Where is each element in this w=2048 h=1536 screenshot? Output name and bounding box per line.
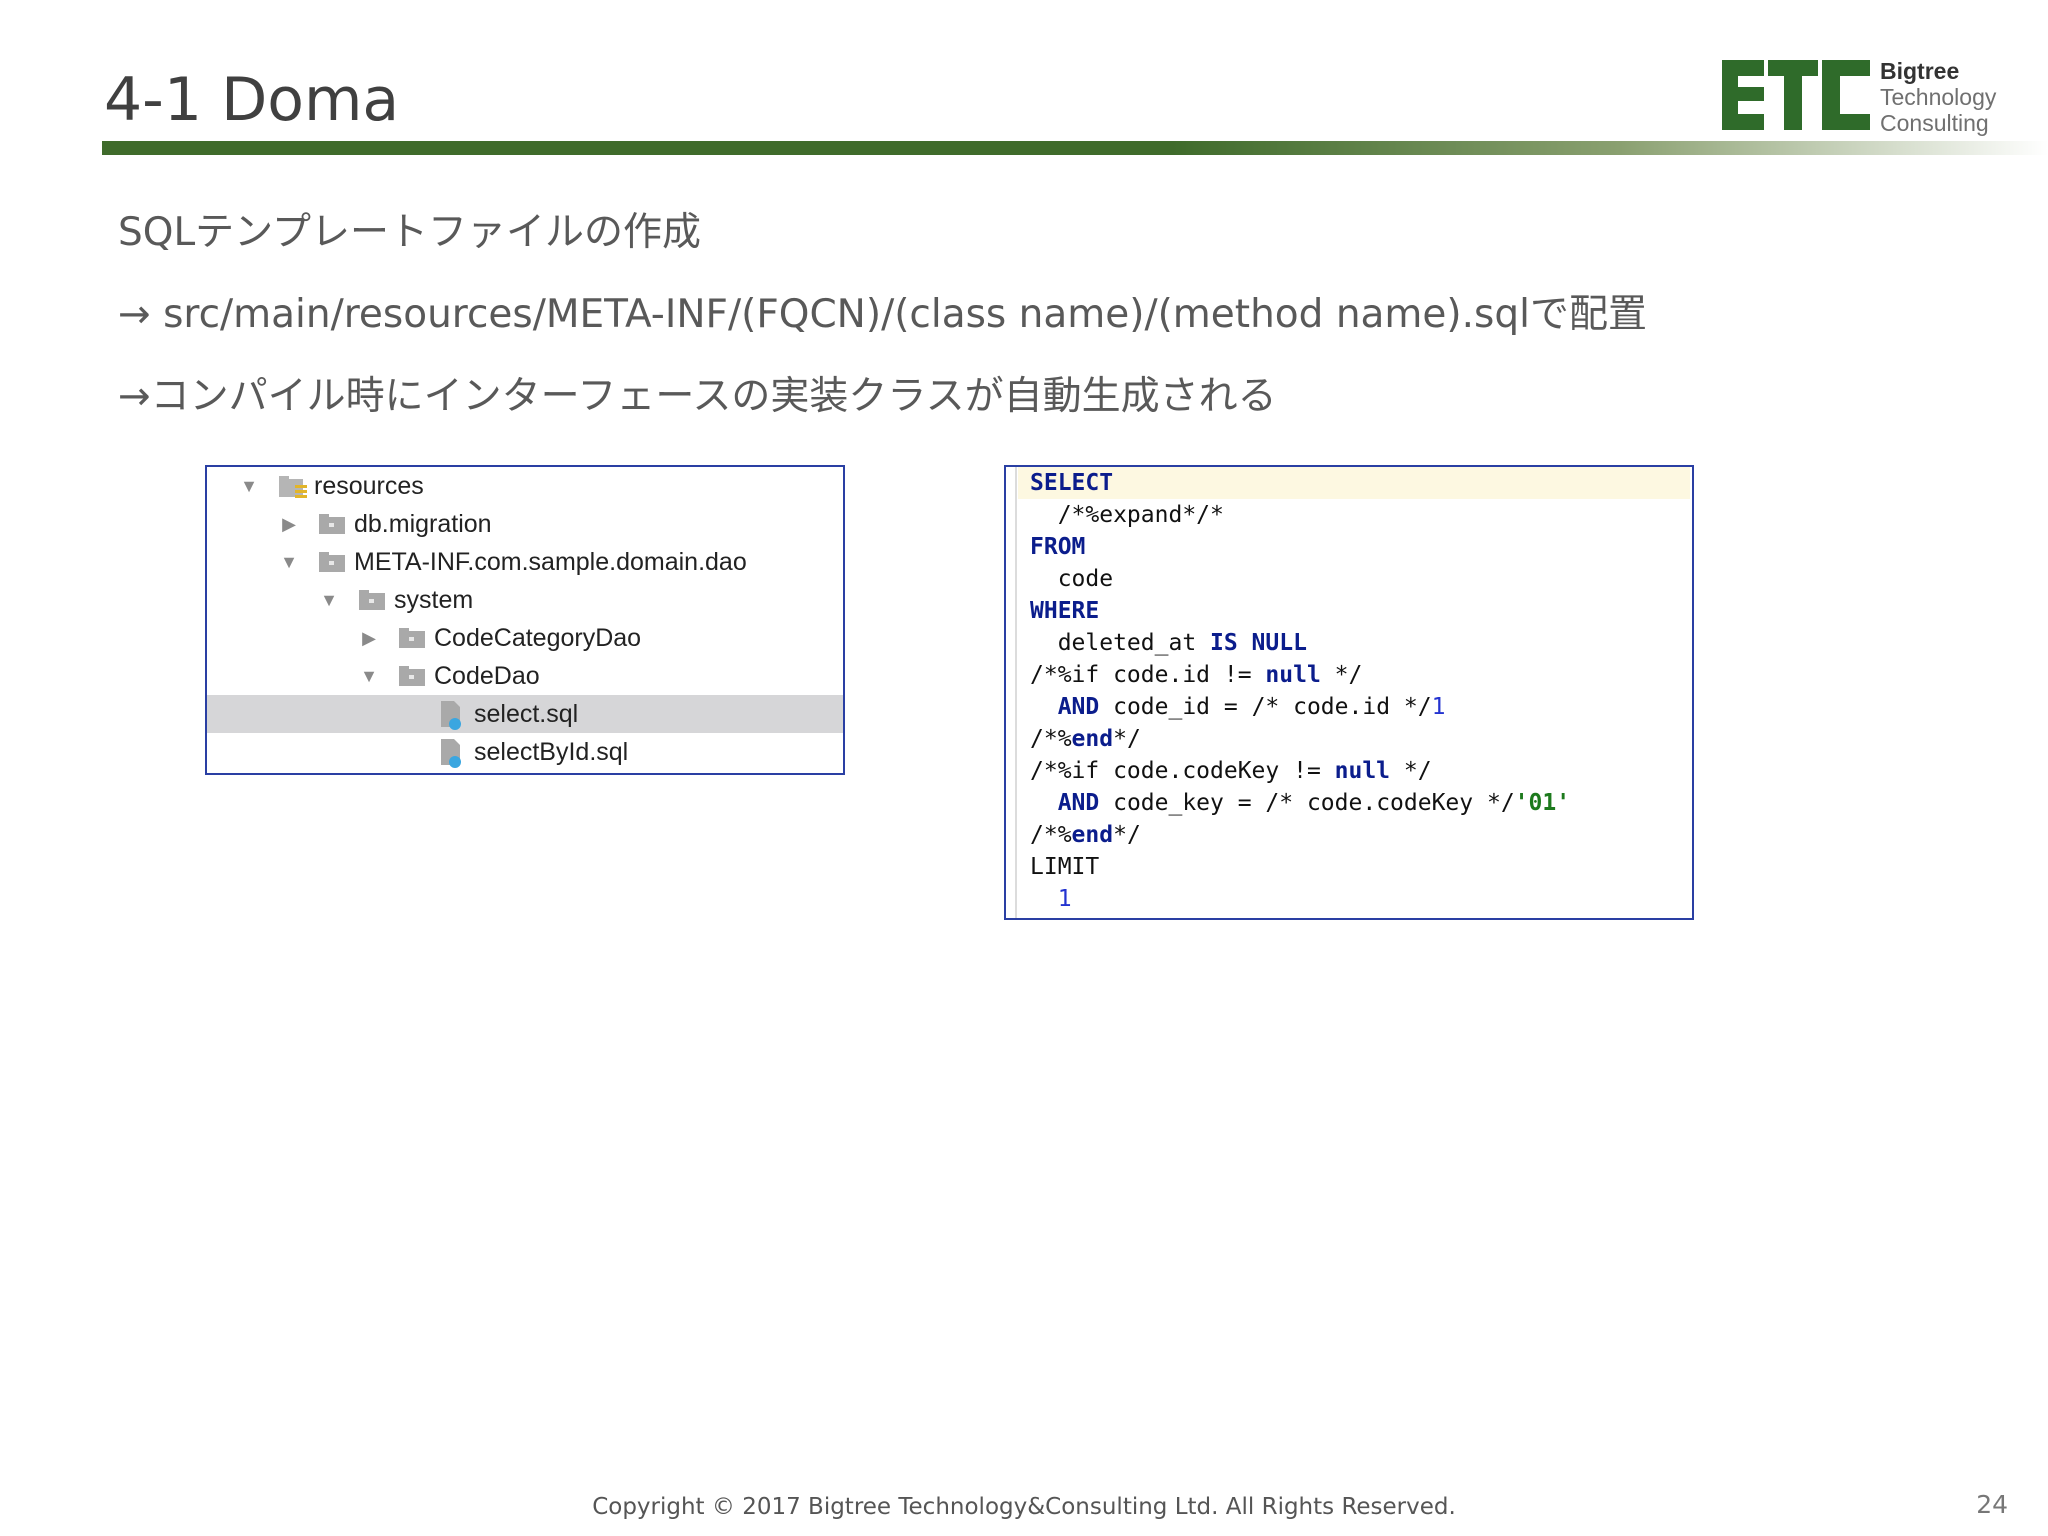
code-line-3: FROM <box>1030 534 1086 560</box>
code-line-4: code <box>1030 566 1114 592</box>
code-line-11: AND code_key = /* code.codeKey */'01' <box>1030 790 1571 816</box>
code-line-7: /*%if code.id != null */ <box>1030 662 1363 688</box>
page-number: 24 <box>1976 1490 2008 1519</box>
tree-row-db-migration[interactable]: ▶ db.migration <box>207 505 843 543</box>
code-line-1: SELECT <box>1018 467 1690 499</box>
tree-row-select-sql[interactable]: select.sql <box>207 695 843 733</box>
tree-row-selectbyid-sql[interactable]: selectById.sql <box>207 733 843 771</box>
code-line-6: deleted_at IS NULL <box>1030 630 1307 656</box>
body-line-1: SQLテンプレートファイルの作成 <box>118 210 702 255</box>
tree-label: META-INF.com.sample.domain.dao <box>354 548 747 576</box>
code-line-10: /*%if code.codeKey != null */ <box>1030 758 1432 784</box>
copyright-footer: Copyright © 2017 Bigtree Technology&Cons… <box>592 1494 1456 1520</box>
expand-arrow-icon[interactable]: ▼ <box>239 467 259 505</box>
company-logo: Bigtree Technology Consulting <box>1722 58 2032 136</box>
tree-label: select.sql <box>474 700 579 728</box>
resources-folder-icon <box>279 476 307 498</box>
tree-row-resources[interactable]: ▼ resources <box>207 467 843 505</box>
folder-icon <box>319 552 345 572</box>
logo-line-3: Consulting <box>1880 110 1989 136</box>
sql-file-icon <box>441 739 461 768</box>
code-line-2: /*%expand*/* <box>1030 502 1224 528</box>
body-line-3: →コンパイル時にインターフェースの実装クラスが自動生成される <box>118 374 1277 419</box>
folder-icon <box>399 666 425 686</box>
logo-line-1: Bigtree <box>1880 58 1960 84</box>
folder-icon <box>399 628 425 648</box>
tree-label: CodeCategoryDao <box>434 624 642 652</box>
code-line-12: /*%end*/ <box>1030 822 1141 848</box>
tree-label: resources <box>314 472 424 500</box>
title-rule <box>102 141 2048 155</box>
folder-icon <box>319 514 345 534</box>
logo-line-2: Technology <box>1880 84 1997 110</box>
slide-title: 4-1 Doma <box>104 65 400 135</box>
btc-logo-mark <box>1722 60 1870 130</box>
tree-label: db.migration <box>354 510 492 538</box>
code-line-14: 1 <box>1057 886 1072 912</box>
tree-label: selectById.sql <box>474 738 629 766</box>
sql-code-panel: SELECT /*%expand*/* FROM code WHERE dele… <box>1004 465 1694 920</box>
code-line-8: AND code_id = /* code.id */1 <box>1030 694 1446 720</box>
tree-label: CodeDao <box>434 662 540 690</box>
tree-row-meta-inf[interactable]: ▼ META-INF.com.sample.domain.dao <box>207 543 843 581</box>
tree-label: system <box>394 586 474 614</box>
expand-arrow-icon[interactable]: ▼ <box>359 657 379 695</box>
sql-file-icon <box>441 701 461 730</box>
tree-row-codedao[interactable]: ▼ CodeDao <box>207 657 843 695</box>
folder-icon <box>359 590 385 610</box>
tree-row-codecategorydao[interactable]: ▶ CodeCategoryDao <box>207 619 843 657</box>
expand-arrow-icon[interactable]: ▼ <box>319 581 339 619</box>
body-line-2: → src/main/resources/META-INF/(FQCN)/(cl… <box>118 292 1647 337</box>
project-tree-panel: ▼ resources ▶ db.migration ▼ META-INF.co… <box>205 465 845 775</box>
collapse-arrow-icon[interactable]: ▶ <box>359 619 379 657</box>
code-line-9: /*%end*/ <box>1030 726 1141 752</box>
collapse-arrow-icon[interactable]: ▶ <box>279 505 299 543</box>
code-gutter <box>1015 467 1017 918</box>
code-line-5: WHERE <box>1030 598 1100 624</box>
code-line-13: LIMIT <box>1030 854 1100 880</box>
tree-row-system[interactable]: ▼ system <box>207 581 843 619</box>
expand-arrow-icon[interactable]: ▼ <box>279 543 299 581</box>
